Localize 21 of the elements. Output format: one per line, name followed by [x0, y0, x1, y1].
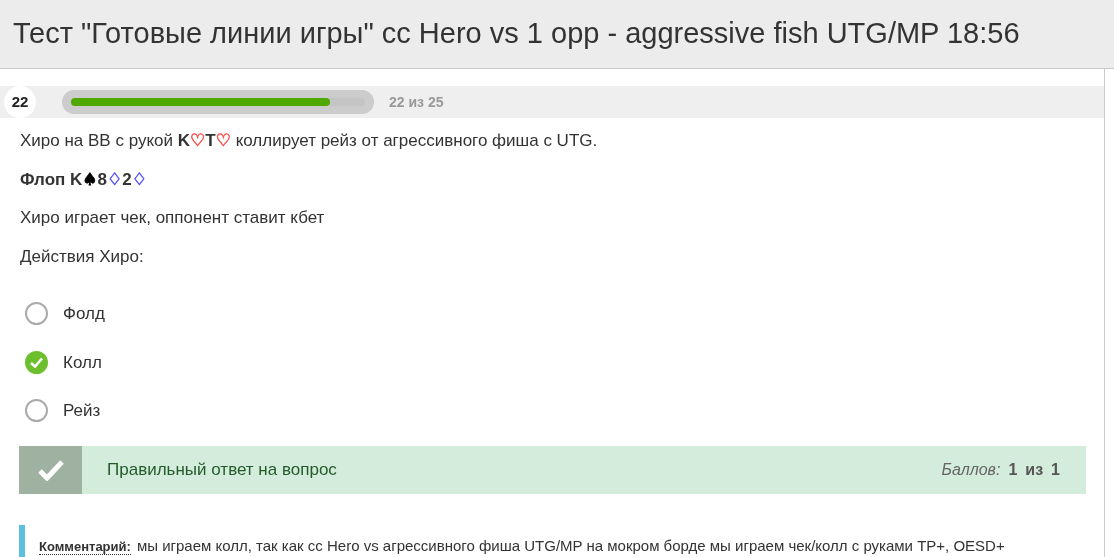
check-icon [30, 356, 43, 368]
result-message: Правильный ответ на вопрос [107, 458, 337, 481]
checked-radio-button[interactable] [25, 350, 48, 374]
question-number: 22 [4, 86, 36, 118]
option-label: Фолд [63, 303, 105, 325]
score-value: 1 [1008, 459, 1018, 480]
score-total: 1 [1051, 459, 1060, 480]
check-icon [37, 458, 64, 481]
page-title: Тест "Готовые линии игры" сс Hero vs 1 opp - aggressive fish UTG/MP 18:56 [13, 16, 1020, 52]
question-text: Действия Хиро: [20, 245, 145, 268]
score-separator: из [1025, 459, 1044, 480]
question-text: Хиро на BB с рукой K♡T♡ коллирует рейз от агрессивного фиша с UTG. [20, 129, 599, 152]
progress-label: 22 из 25 [389, 92, 444, 112]
radio-button[interactable] [25, 399, 48, 423]
score-label: Баллов: [941, 459, 1001, 480]
option-label: Колл [63, 351, 102, 374]
question-text: Хиро играет чек, оппонент ставит кбет [20, 207, 326, 229]
comment-text: Комментарий: мы играем колл, так как сс Hero vs агрессивного фиша UTG/MP на мокром борде мы играем чек/колл с руками TP+, OESD+ [39, 535, 1006, 557]
question-text: Флоп K♠8♢2♢ [20, 167, 148, 191]
radio-button[interactable] [25, 302, 48, 326]
option-label: Рейз [63, 400, 101, 422]
